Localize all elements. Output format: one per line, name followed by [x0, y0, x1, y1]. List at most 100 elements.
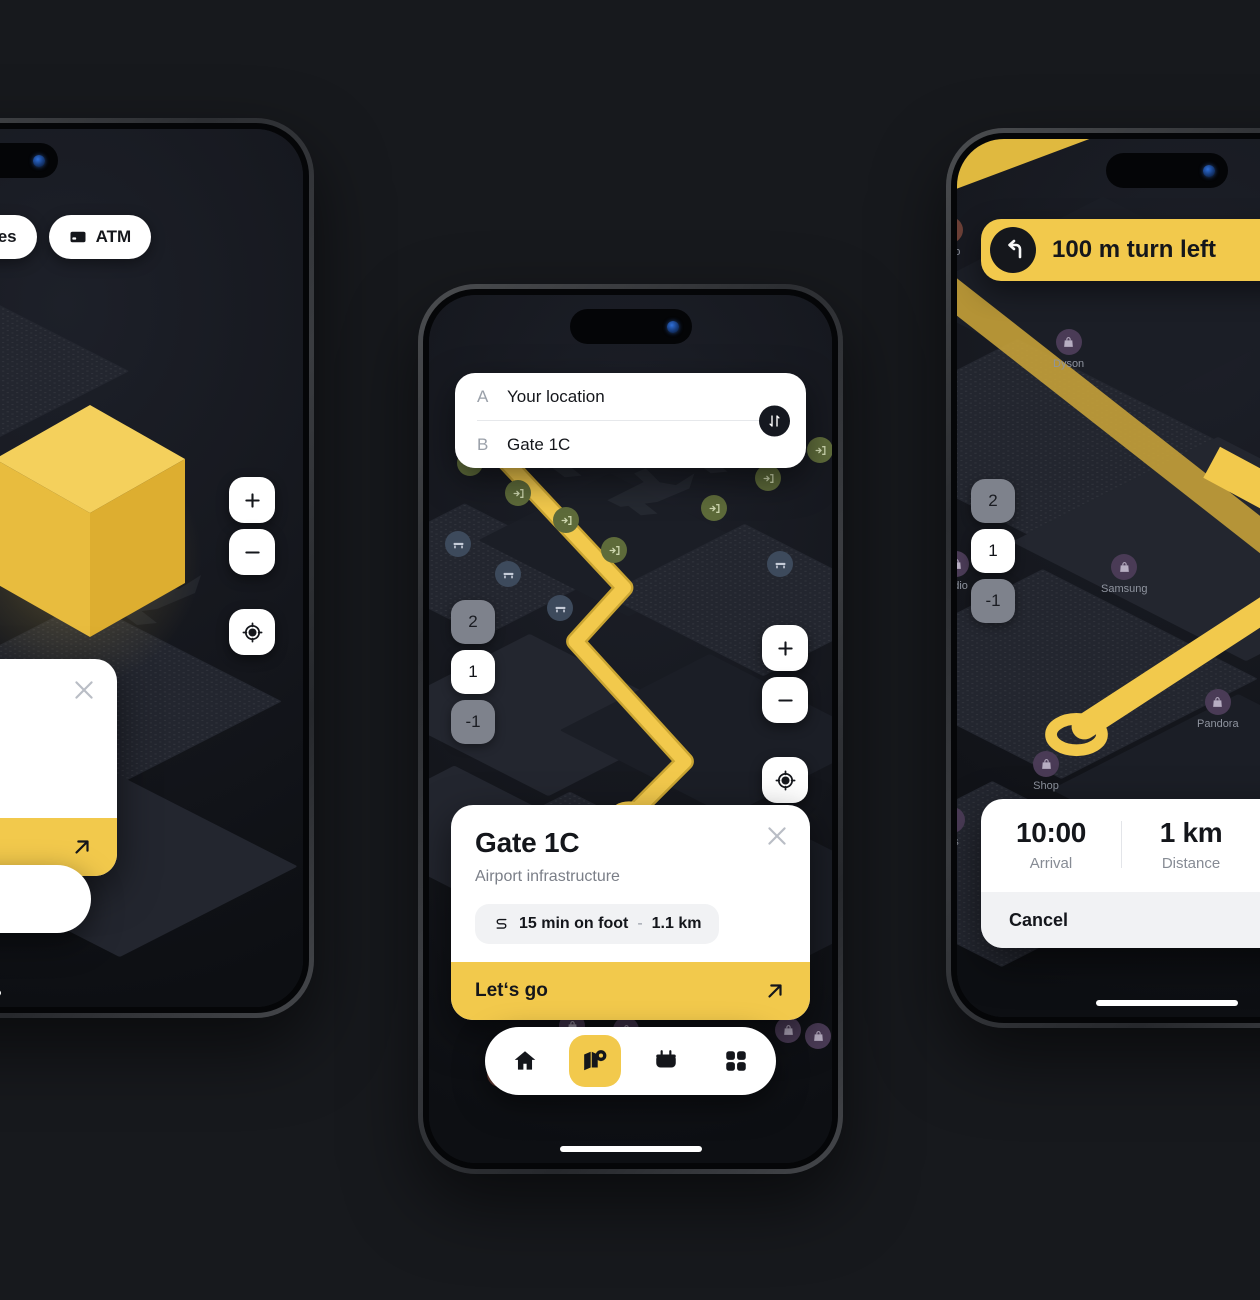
gate-door-icon — [701, 495, 727, 521]
stat-distance: 1 km Distance — [1121, 817, 1260, 872]
route-from-row[interactable]: A Your location — [455, 373, 806, 420]
poi-bench[interactable] — [767, 551, 793, 577]
stat-arrival: 10:00 Arrival — [981, 817, 1121, 872]
smoke-icon — [957, 217, 963, 243]
poi-studio[interactable]: tudio — [957, 551, 969, 592]
close-icon[interactable] — [764, 823, 790, 849]
floor-button[interactable]: -1 — [451, 700, 495, 744]
route-to-value: Gate 1C — [507, 434, 571, 454]
poi-gate[interactable] — [505, 480, 531, 506]
map-controls-center — [762, 625, 808, 803]
floor-button-active[interactable]: 1 — [971, 529, 1015, 573]
gate-door-icon — [553, 507, 579, 533]
dynamic-island — [0, 143, 59, 178]
zoom-out-button[interactable] — [762, 677, 808, 723]
floor-button[interactable]: 2 — [971, 479, 1015, 523]
tab-bar-center — [485, 1027, 776, 1095]
eta-time: 15 min on foot — [519, 915, 629, 932]
mockup-stage: A Gate — [0, 0, 1260, 1300]
poi-gate[interactable] — [807, 437, 832, 463]
map-controls-left — [229, 477, 275, 655]
poi-shop[interactable] — [775, 1017, 801, 1043]
shop-icon — [957, 807, 965, 833]
poi-gate[interactable] — [701, 495, 727, 521]
poi-label: tudio — [957, 580, 968, 592]
poi-news[interactable]: ws — [957, 807, 965, 848]
poi-dyson[interactable]: Dyson — [1053, 329, 1084, 370]
stat-key: Distance — [1161, 855, 1221, 872]
zoom-out-button[interactable] — [229, 529, 275, 575]
place-title: Gate 1C — [475, 827, 580, 858]
poi-bench[interactable] — [445, 531, 471, 557]
selected-gate-building[interactable] — [0, 397, 195, 677]
screen-left: A Gate — [0, 129, 303, 1007]
turn-left-icon — [990, 227, 1036, 273]
gate-door-icon — [807, 437, 832, 463]
cancel-label: Cancel — [1009, 909, 1069, 930]
poi-label: ws — [957, 836, 959, 848]
cancel-navigation-button[interactable]: Cancel — [981, 892, 1260, 948]
route-from-value: Your location — [507, 386, 605, 406]
stat-value: 10:00 — [1015, 817, 1087, 848]
route-to-row[interactable]: B Gate 1C — [455, 421, 806, 468]
shop-icon — [1055, 329, 1082, 355]
gate-door-icon — [601, 537, 627, 563]
place-subtitle: infrastructure — [0, 722, 93, 740]
poi-shop[interactable]: Shop — [1033, 751, 1059, 792]
chip-label: Gates — [0, 227, 17, 246]
arrow-up-right-icon — [768, 984, 782, 998]
tab-more[interactable] — [710, 1035, 762, 1087]
shop-icon — [775, 1017, 801, 1043]
close-icon[interactable] — [71, 677, 97, 703]
front-camera — [1203, 164, 1216, 177]
shop-icon — [1111, 554, 1138, 580]
bench-icon — [547, 595, 573, 621]
zoom-in-button[interactable] — [762, 625, 808, 671]
phone-center: A Your location B Gate 1C 2 1 -1 Gate 1C… — [418, 284, 843, 1174]
poi-shop[interactable] — [805, 1023, 831, 1049]
poi-pandora[interactable]: Pandora — [1197, 689, 1239, 730]
shop-icon — [957, 551, 969, 577]
poi-smoke-zone[interactable]: e zo — [957, 217, 963, 258]
eta-distance: 1.1 km — [651, 915, 702, 932]
poi-gate[interactable] — [601, 537, 627, 563]
gate-door-icon — [505, 480, 531, 506]
poi-gate[interactable] — [553, 507, 579, 533]
place-subtitle: Airport infrastructure — [475, 868, 620, 885]
poi-samsung[interactable]: Samsung — [1101, 554, 1147, 595]
front-camera — [666, 320, 679, 333]
tab-bar-left — [0, 865, 91, 933]
poi-bench[interactable] — [495, 561, 521, 587]
floor-button-active[interactable]: 1 — [451, 650, 495, 694]
poi-gate[interactable] — [755, 465, 781, 491]
floor-selector-right: 2 1 -1 — [971, 479, 1015, 623]
home-indicator — [1096, 1000, 1239, 1006]
locate-icon[interactable] — [762, 757, 808, 803]
place-card-left: 1C infrastructure route — [0, 659, 117, 876]
locate-icon[interactable] — [229, 609, 275, 655]
phone-right: Dyson Samsung Pandora Shop io o 100 m tu… — [946, 128, 1260, 1028]
route-inputs-card: A Your location B Gate 1C — [455, 373, 806, 468]
dynamic-island — [1106, 153, 1229, 188]
floor-button[interactable]: -1 — [971, 579, 1015, 623]
home-indicator — [559, 1146, 702, 1152]
navigation-stats-panel: 10:00 Arrival 1 km Distance 5 On f — [981, 799, 1260, 948]
chip-gates[interactable]: Gates — [0, 215, 37, 259]
tab-map[interactable] — [569, 1035, 622, 1087]
grid-icon — [726, 1051, 746, 1071]
credit-card-icon — [70, 231, 86, 243]
bench-icon — [445, 531, 471, 557]
route-marker-b: B — [477, 434, 489, 454]
floor-button[interactable]: 2 — [451, 600, 495, 644]
arrow-up-right-icon — [75, 840, 89, 854]
tab-home[interactable] — [499, 1035, 551, 1087]
poi-bench[interactable] — [547, 595, 573, 621]
chip-atm[interactable]: ATM — [48, 215, 152, 259]
route-marker-a: A — [477, 386, 489, 406]
tab-tickets[interactable] — [640, 1035, 692, 1087]
zoom-in-button[interactable] — [229, 477, 275, 523]
lets-go-button[interactable]: Let‘s go — [451, 962, 810, 1020]
stat-value: 1 km — [1159, 817, 1223, 848]
poi-label: Samsung — [1101, 583, 1148, 595]
swap-vertical-icon[interactable] — [759, 405, 790, 436]
